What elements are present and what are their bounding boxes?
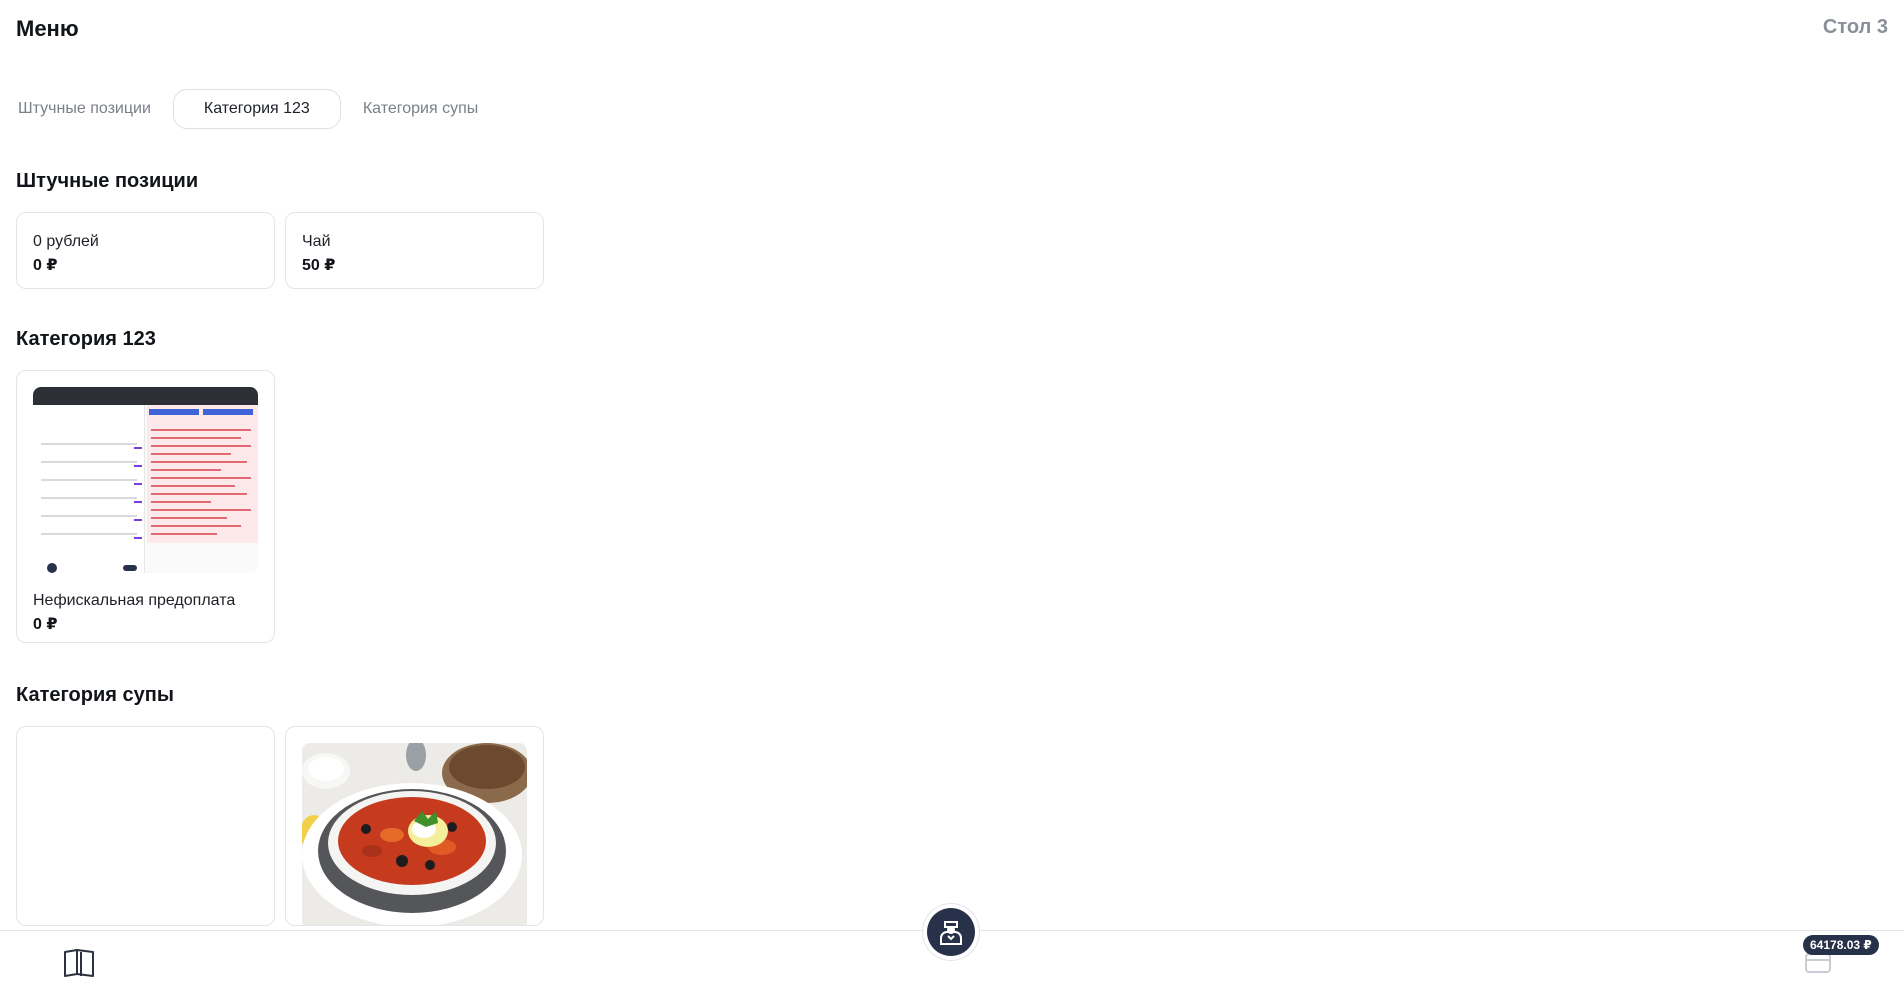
section-title: Категория 123 [16, 328, 156, 350]
waiter-icon [927, 908, 975, 956]
item-price: 0 ₽ [33, 616, 58, 633]
item-name: Чай [302, 233, 331, 250]
tab-kategoriya-123[interactable]: Категория 123 [172, 89, 341, 129]
tab-kategoriya-supy[interactable]: Категория супы [345, 89, 496, 129]
item-image-soup [302, 743, 527, 925]
item-list: 0 рублей 0 ₽ Чай 50 ₽ [16, 212, 544, 289]
open-book-icon[interactable] [62, 947, 96, 979]
item-image-screenshot [33, 387, 258, 573]
table-label: Стол 3 [1822, 16, 1888, 38]
item-price: 50 ₽ [302, 257, 336, 274]
section-title: Категория супы [16, 684, 174, 706]
section-title: Штучные позиции [16, 170, 199, 192]
item-list [16, 726, 544, 926]
menu-item-card[interactable]: Чай 50 ₽ [285, 212, 544, 289]
page-title: Меню [16, 16, 79, 41]
section-shtuchnye-pozicii: Штучные позиции 0 рублей 0 ₽ Чай 50 ₽ [16, 170, 544, 289]
category-tabs: Штучные позиции Категория 123 Категория … [0, 88, 496, 130]
tab-shtuchnye-pozicii[interactable]: Штучные позиции [0, 89, 169, 129]
call-waiter-button[interactable] [923, 904, 979, 960]
menu-item-card[interactable]: 0 рублей 0 ₽ [16, 212, 275, 289]
header: Меню Стол 3 [16, 14, 1888, 46]
menu-item-card[interactable] [285, 726, 544, 926]
section-kategoriya-123: Категория 123 Нефискальная предоплата 0 … [16, 328, 275, 643]
item-name: 0 рублей [33, 233, 99, 250]
item-name: Нефискальная предоплата [33, 592, 236, 609]
section-kategoriya-supy: Категория супы [16, 684, 544, 926]
order-total-badge[interactable]: 64178.03 ₽ [1803, 935, 1879, 955]
menu-item-card[interactable]: Нефискальная предоплата 0 ₽ [16, 370, 275, 643]
item-list: Нефискальная предоплата 0 ₽ [16, 370, 275, 643]
item-price: 0 ₽ [33, 257, 58, 274]
menu-item-card[interactable] [16, 726, 275, 926]
menu-page: Меню Стол 3 Штучные позиции Категория 12… [0, 0, 1904, 992]
